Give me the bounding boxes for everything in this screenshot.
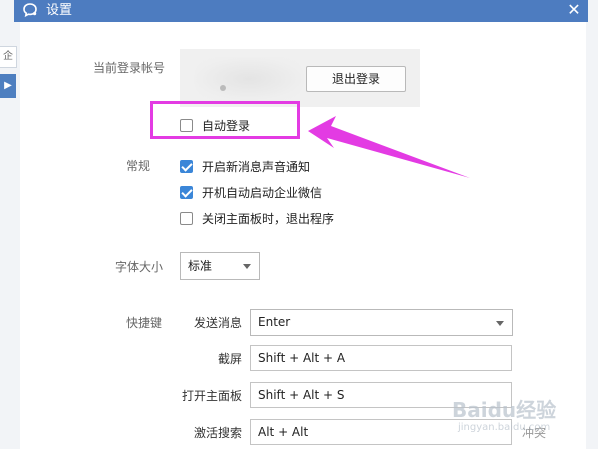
exit-on-close-checkbox[interactable] bbox=[180, 211, 193, 225]
account-name-redacted bbox=[194, 57, 304, 101]
font-size-value: 标准 bbox=[188, 259, 213, 273]
watermark-logo-text: Baidu经验 bbox=[452, 398, 557, 422]
close-icon[interactable]: ✕ bbox=[566, 2, 582, 18]
shortcut-send-label: 发送消息 bbox=[193, 316, 242, 330]
dialog-title: 设置 bbox=[46, 3, 73, 18]
shortcut-open-panel-label: 打开主面板 bbox=[181, 389, 242, 403]
settings-body: 当前登录帐号 退出登录 自动登录 常规 开启新消息声音通知 开机自动启动企业微信… bbox=[20, 22, 586, 449]
title-bar[interactable]: 设置 ✕ bbox=[14, 0, 588, 22]
account-label: 当前登录帐号 bbox=[93, 61, 166, 75]
sound-notify-checkbox[interactable] bbox=[180, 159, 193, 173]
font-size-select[interactable]: 标准 bbox=[180, 252, 260, 280]
chevron-down-icon bbox=[496, 321, 504, 326]
chevron-down-icon bbox=[243, 264, 251, 269]
highlight-rectangle bbox=[150, 101, 300, 139]
settings-dialog: 设置 ✕ 当前登录帐号 退出登录 自动登录 常规 开启新消息声音通知 开机自动启… bbox=[0, 0, 588, 449]
logout-button[interactable]: 退出登录 bbox=[306, 66, 406, 92]
shortcut-search-label: 激活搜索 bbox=[193, 426, 242, 440]
sound-notify-label: 开启新消息声音通知 bbox=[202, 159, 311, 174]
exit-on-close-option[interactable]: 关闭主面板时，退出程序 bbox=[180, 209, 334, 227]
sound-notify-option[interactable]: 开启新消息声音通知 bbox=[180, 157, 310, 175]
account-avatar-dot bbox=[220, 85, 226, 91]
exit-on-close-label: 关闭主面板时，退出程序 bbox=[202, 211, 335, 226]
shortcut-send-select[interactable]: Enter bbox=[250, 309, 513, 336]
shortcuts-label: 快捷键 bbox=[126, 316, 163, 330]
baidu-watermark: Baidu经验 jingyan.baidu.com bbox=[452, 394, 572, 438]
account-info-box: 退出登录 bbox=[180, 49, 420, 107]
wework-chat-bubble-icon bbox=[23, 3, 37, 18]
font-size-label: 字体大小 bbox=[115, 260, 164, 274]
shortcut-screenshot-input[interactable]: Shift + Alt + A bbox=[250, 345, 512, 371]
shortcut-screenshot-label: 截屏 bbox=[217, 352, 242, 366]
watermark-url: jingyan.baidu.com bbox=[458, 422, 551, 433]
auto-start-option[interactable]: 开机自动启动企业微信 bbox=[180, 183, 322, 201]
auto-start-label: 开机自动启动企业微信 bbox=[202, 185, 323, 200]
general-label: 常规 bbox=[126, 159, 151, 173]
shortcut-send-value: Enter bbox=[258, 315, 291, 329]
auto-start-checkbox[interactable] bbox=[180, 185, 193, 199]
